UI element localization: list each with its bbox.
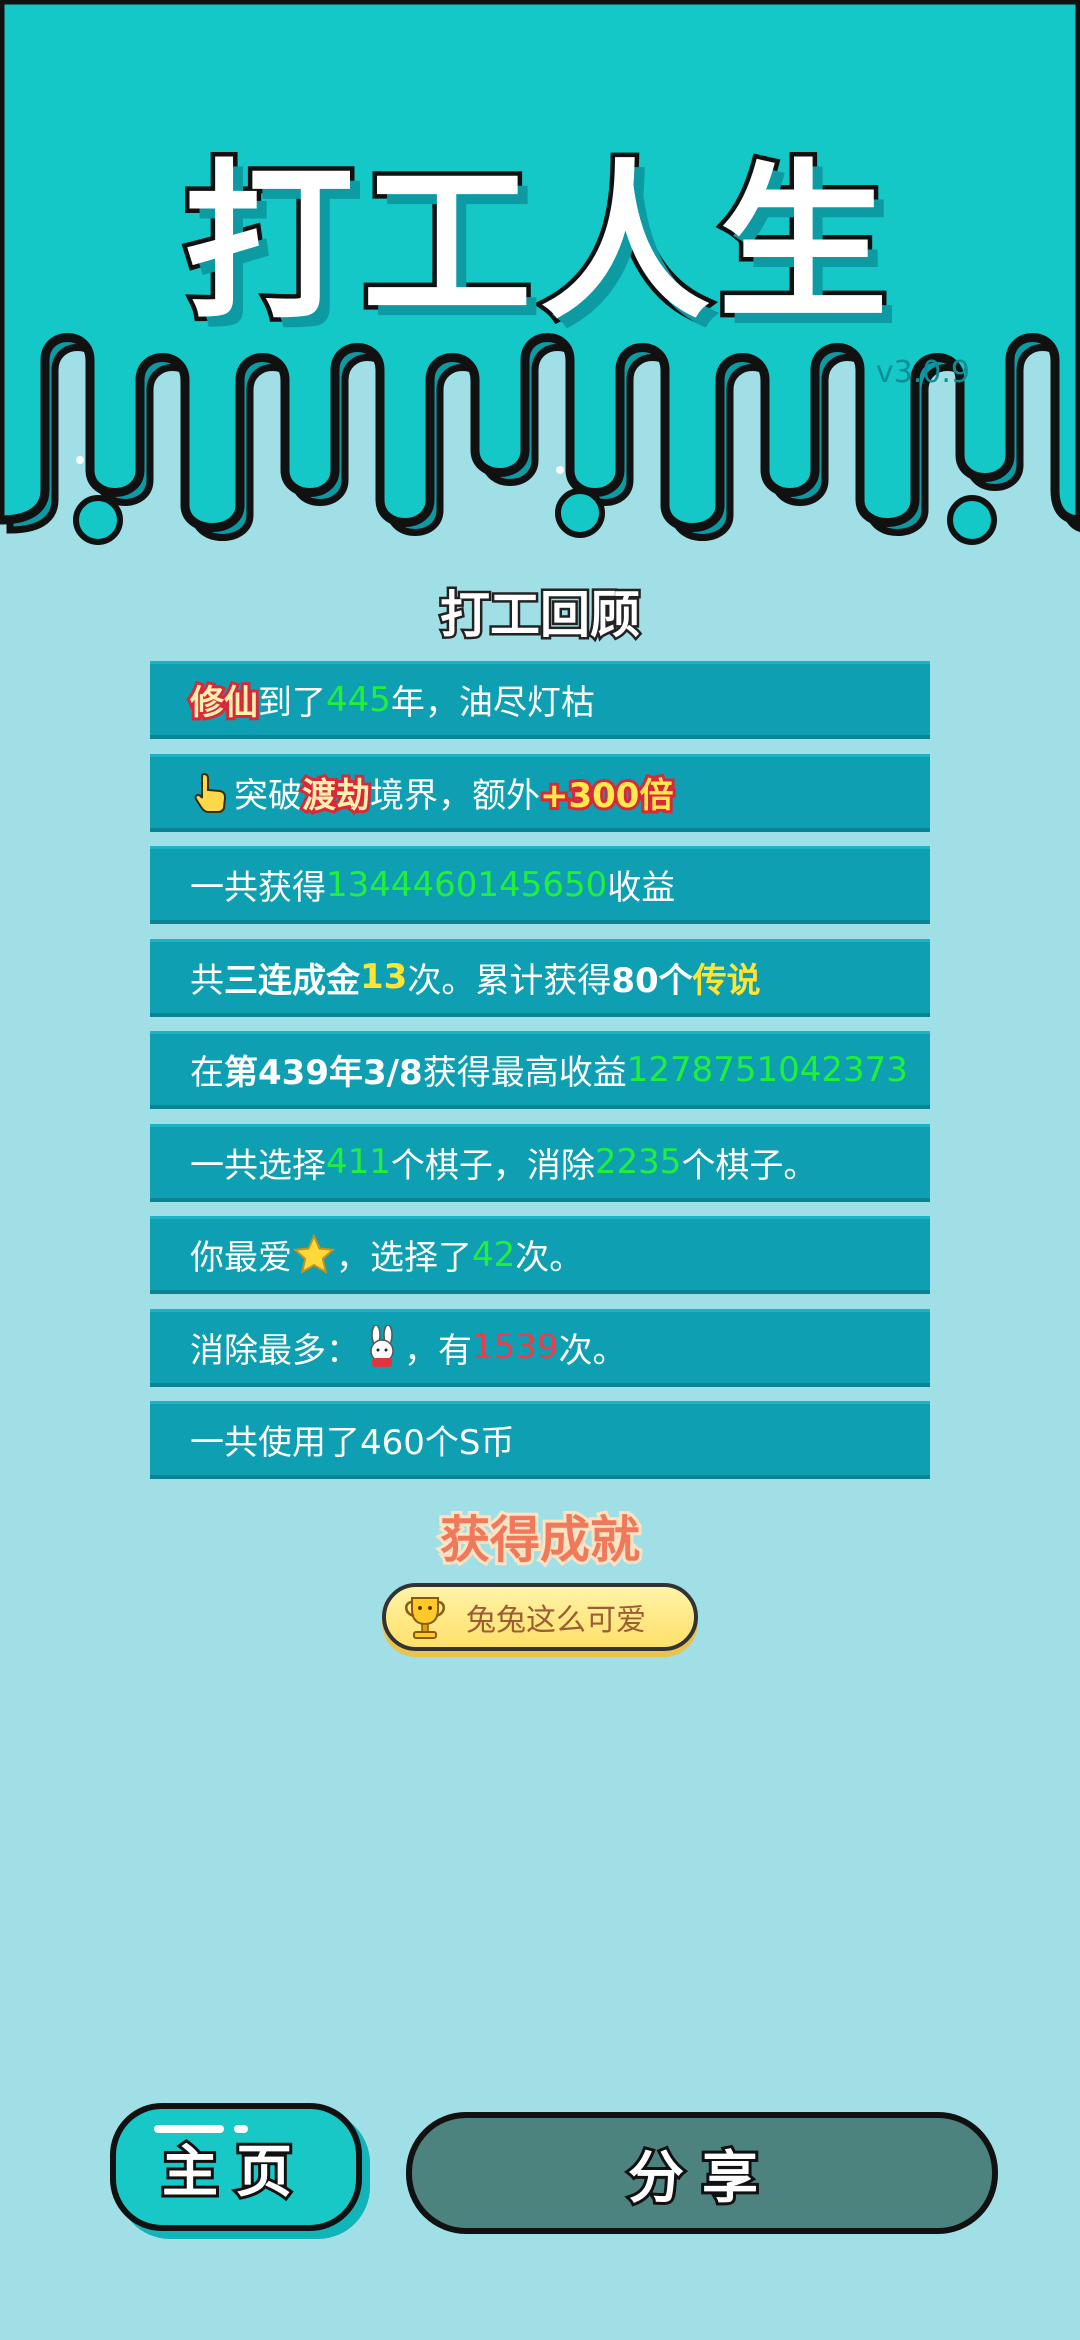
triple-count-value: 13 bbox=[360, 957, 408, 997]
home-button-label: 主页 bbox=[159, 2137, 310, 2208]
review-row-pieces: 一共选择 411 个棋子，消除 2235 个棋子。 bbox=[150, 1123, 930, 1202]
bonus-multiplier: +300倍 bbox=[537, 773, 676, 819]
review-row-coins: 一共使用了460个S币 bbox=[150, 1401, 930, 1479]
row-text: 次。 bbox=[515, 1238, 584, 1278]
achievement-title: 获得成就 bbox=[437, 1508, 643, 1572]
row-text: 到了 bbox=[258, 683, 326, 723]
rabbit-icon bbox=[370, 1325, 394, 1367]
realm-label: 修仙 bbox=[187, 680, 261, 726]
row-text: 在 bbox=[190, 1053, 224, 1093]
years-value: 445 bbox=[326, 679, 391, 720]
row-text: 突破 bbox=[234, 775, 302, 816]
row-text: ，选择了 bbox=[336, 1238, 472, 1278]
row-text: 一共获得 bbox=[190, 868, 326, 908]
star-icon bbox=[292, 1233, 336, 1274]
button-shine-decoration bbox=[154, 2125, 248, 2133]
row-text: 次。累计获得 bbox=[407, 960, 612, 1001]
achievement-label: 兔兔这么可爱 bbox=[466, 1603, 646, 1638]
review-row-lifespan: 修仙 到了 445 年，油尽灯枯 bbox=[150, 661, 930, 739]
trophy-icon bbox=[405, 1597, 445, 1639]
review-row-income: 一共获得 1344460145650 收益 bbox=[150, 846, 930, 924]
removed-count-value: 2235 bbox=[594, 1142, 682, 1182]
row-text: 收益 bbox=[607, 868, 676, 908]
legend-count-value: 80个 bbox=[611, 960, 693, 1001]
best-date-value: 第439年3/8 bbox=[224, 1053, 423, 1093]
most-removed-count-value: 1539 bbox=[472, 1327, 559, 1367]
home-button[interactable]: 主页 bbox=[110, 2103, 362, 2231]
favorite-count-value: 42 bbox=[472, 1234, 516, 1275]
achievement-badge[interactable]: 兔兔这么可爱 bbox=[382, 1583, 698, 1651]
review-row-breakthrough: 突破 渡劫 境界，额外 +300倍 bbox=[150, 753, 930, 832]
review-row-most-removed: 消除最多： ，有 1539 次。 bbox=[150, 1308, 930, 1387]
total-income-value: 1344460145650 bbox=[326, 864, 608, 905]
row-text: 年，油尽灯枯 bbox=[390, 683, 595, 723]
row-text: 个棋子。 bbox=[681, 1145, 818, 1186]
row-text: 一共选择 bbox=[190, 1145, 326, 1186]
row-text: 个棋子，消除 bbox=[390, 1145, 595, 1186]
best-income-value: 1278751042373 bbox=[626, 1049, 908, 1090]
game-title: 打工人生 bbox=[179, 141, 896, 348]
review-row-triple: 共三连成金 13 次。累计获得 80个 传说 bbox=[150, 938, 930, 1017]
row-text: 你最爱 bbox=[190, 1238, 292, 1278]
version-label: v3.0.9 bbox=[875, 355, 970, 390]
review-list: 修仙 到了 445 年，油尽灯枯 突破 渡劫 境界，额外 +300倍 一共获得 1344460… bbox=[150, 661, 930, 1494]
share-button[interactable]: 分享 bbox=[406, 2112, 998, 2234]
row-text: 消除最多： bbox=[190, 1330, 360, 1371]
realm-name: 渡劫 bbox=[299, 773, 373, 819]
review-row-favorite: 你最爱 ，选择了 42 次。 bbox=[150, 1216, 930, 1294]
row-text: ，有 bbox=[404, 1330, 472, 1371]
row-text: 次。 bbox=[558, 1330, 627, 1371]
hand-pointer-icon bbox=[194, 772, 227, 813]
row-text: 获得最高收益 bbox=[422, 1053, 627, 1093]
row-text: 一共使用了460个S币 bbox=[190, 1423, 515, 1463]
review-title: 打工回顾 bbox=[438, 584, 643, 647]
share-button-label: 分享 bbox=[625, 2143, 776, 2214]
review-row-best-income: 在 第439年3/8 获得最高收益 1278751042373 bbox=[150, 1031, 930, 1109]
selected-count-value: 411 bbox=[326, 1142, 391, 1182]
row-text: 共 bbox=[190, 960, 224, 1001]
triple-gold-label: 三连成金 bbox=[224, 960, 360, 1001]
row-text: 境界，额外 bbox=[370, 775, 540, 816]
legend-label: 传说 bbox=[692, 960, 761, 1001]
